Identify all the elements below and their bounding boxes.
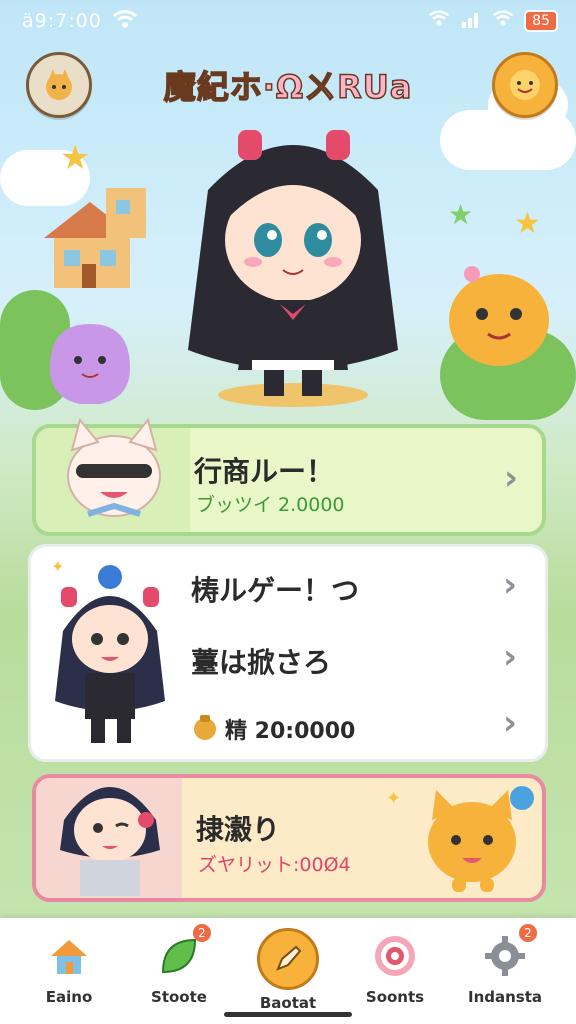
status-bar: ä9:7:00 85 bbox=[0, 0, 576, 40]
star-icon: ★ bbox=[514, 206, 541, 241]
dog-mascot-illustration bbox=[428, 786, 534, 892]
friend-avatar-button[interactable] bbox=[492, 52, 558, 118]
nav-label: Stoote bbox=[151, 988, 207, 1006]
boy-character-illustration bbox=[60, 787, 160, 896]
home-icon bbox=[41, 928, 97, 984]
pencil-icon bbox=[257, 928, 319, 990]
wifi-icon bbox=[112, 8, 138, 35]
sparkle-icon: ✦ bbox=[51, 557, 65, 576]
quest-row[interactable]: 薹は掀さろ › bbox=[191, 631, 539, 691]
nav-item-store[interactable]: 2 Stoote bbox=[124, 924, 234, 1006]
quest-title: 行商ルー！ bbox=[194, 455, 335, 488]
home-indicator[interactable] bbox=[224, 1012, 352, 1017]
quest-row[interactable]: 梼ルゲー！つ › bbox=[191, 559, 539, 619]
chevron-right-icon: › bbox=[503, 637, 518, 677]
profile-avatar-button[interactable] bbox=[26, 52, 92, 118]
blob-mascot-illustration bbox=[444, 262, 554, 376]
coin-bag-icon bbox=[191, 713, 219, 745]
nav-label: Indansta bbox=[467, 988, 543, 1006]
leaf-icon: 2 bbox=[151, 924, 211, 984]
nav-item-settings[interactable]: 2 Indansta bbox=[450, 924, 560, 1006]
nav-label: Eaino bbox=[45, 988, 93, 1006]
girl-character-illustration bbox=[55, 565, 165, 743]
notification-badge: 2 bbox=[519, 924, 537, 942]
notification-badge: 2 bbox=[193, 924, 211, 942]
main-character-illustration bbox=[168, 110, 418, 414]
quest-list-card: ✦ 梼ルゲー！つ › 薹は掀さろ › 精 20:0000 › bbox=[28, 544, 548, 762]
nav-label: Baotat bbox=[259, 994, 317, 1012]
quest-row[interactable]: 精 20:0000 › bbox=[191, 699, 539, 759]
quest-row-title: 梼ルゲー！つ bbox=[191, 574, 360, 607]
chevron-right-icon: › bbox=[503, 565, 518, 605]
gear-icon: 2 bbox=[477, 924, 537, 984]
house-illustration bbox=[40, 178, 160, 302]
target-icon bbox=[367, 928, 423, 984]
quest-reward: ブッツイ 2.0000 bbox=[196, 494, 345, 516]
event-title: 捸瀫り bbox=[196, 813, 281, 846]
nav-item-battle[interactable]: Baotat bbox=[233, 928, 343, 1012]
quest-card-primary[interactable]: 行商ルー！ ブッツイ 2.0000 › bbox=[32, 417, 546, 536]
nav-item-scores[interactable]: Soonts bbox=[340, 928, 450, 1006]
app-title: 魔紀ホ·ΩㄨRUa bbox=[163, 67, 413, 107]
quest-row-title: 精 20:0000 bbox=[225, 719, 356, 744]
ghost-mascot-illustration bbox=[40, 318, 140, 412]
fox-icon bbox=[46, 69, 72, 100]
event-card[interactable]: 捸瀫り ズヤリット:00Ø4 ✦ bbox=[32, 774, 546, 902]
nav-label: Soonts bbox=[365, 988, 425, 1006]
battery-indicator: 85 bbox=[524, 9, 558, 32]
wifi-icon bbox=[492, 8, 514, 33]
smiley-icon bbox=[510, 70, 540, 100]
quest-row-title: 薹は掀さろ bbox=[191, 646, 332, 679]
bottom-navigation: Eaino 2 Stoote Baotat Soonts 2 Indansta bbox=[0, 918, 576, 1024]
signal-icon bbox=[460, 8, 482, 33]
sparkle-icon: ✦ bbox=[386, 788, 402, 809]
chevron-right-icon: › bbox=[503, 703, 518, 743]
cat-mascot-illustration bbox=[67, 417, 161, 517]
event-timer: ズヤリット:00Ø4 bbox=[198, 854, 351, 876]
status-time: ä9:7:00 bbox=[22, 10, 102, 32]
nav-item-home[interactable]: Eaino bbox=[14, 928, 124, 1006]
star-icon: ★ bbox=[60, 138, 91, 178]
star-icon: ★ bbox=[448, 198, 474, 231]
wifi-icon bbox=[428, 8, 450, 33]
chevron-right-icon: › bbox=[504, 458, 519, 498]
